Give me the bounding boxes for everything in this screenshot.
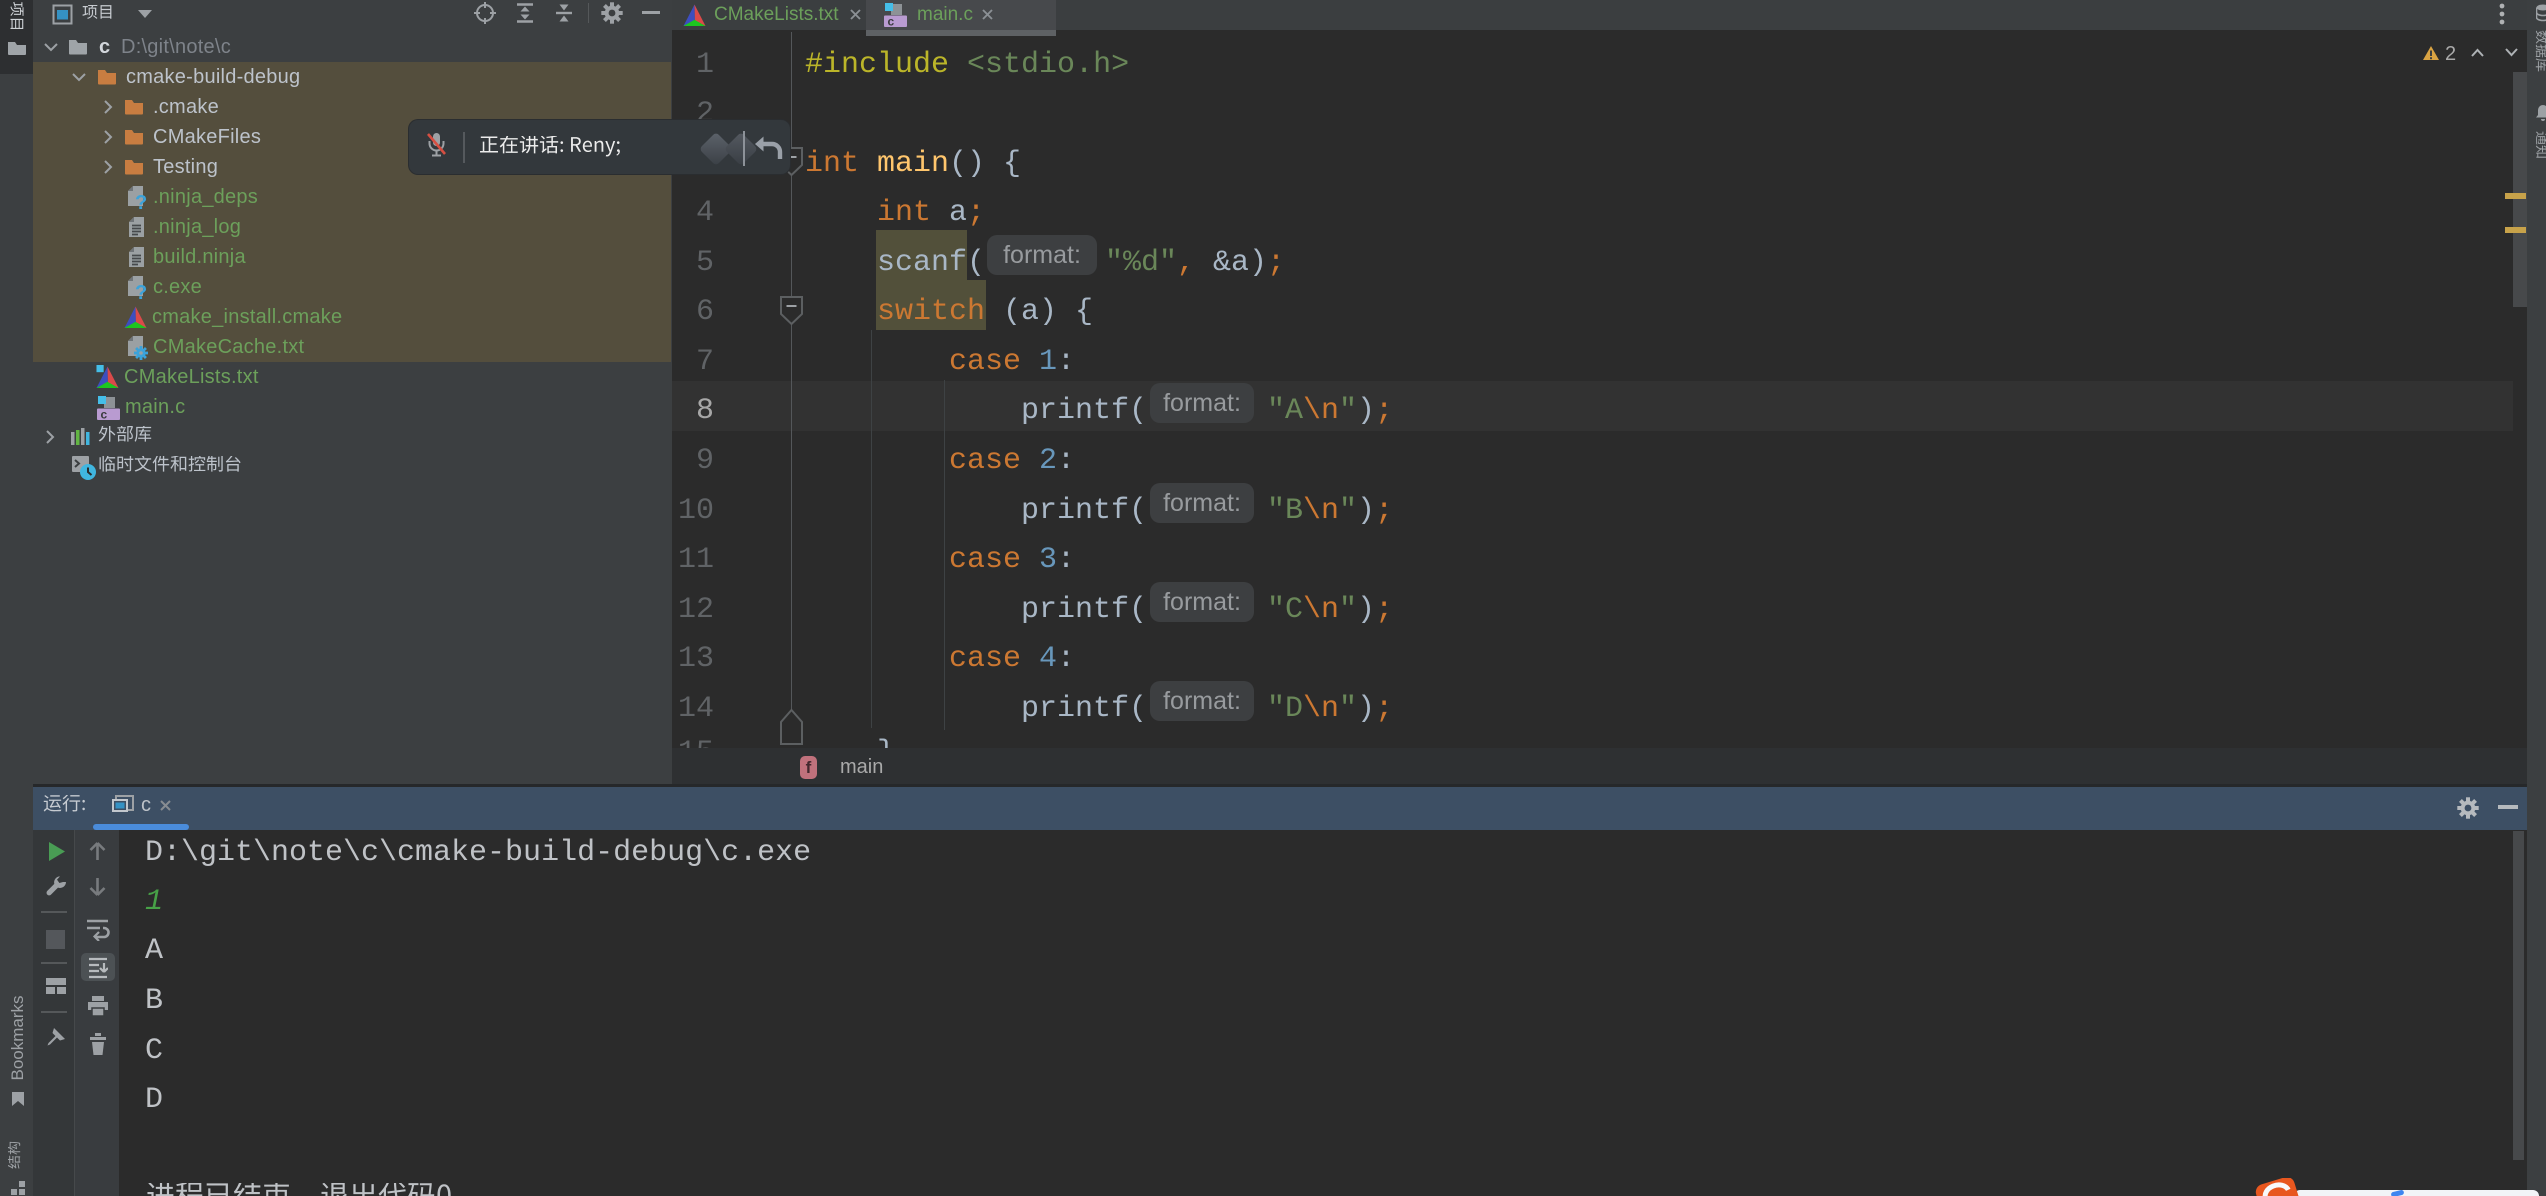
svg-text:?: ? [135,192,147,211]
svg-text:c: c [101,408,108,422]
svg-text:c: c [888,15,895,29]
svg-text:?: ? [135,282,147,301]
